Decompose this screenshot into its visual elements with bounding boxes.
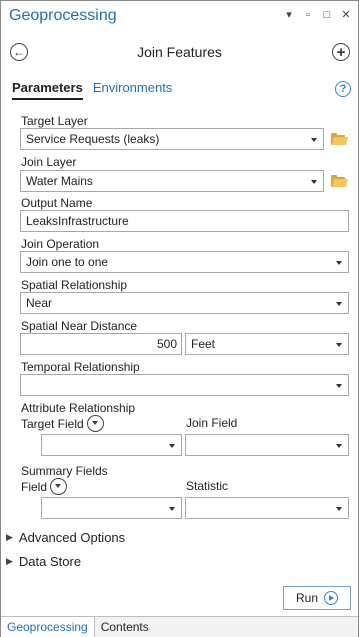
temporal-relationship-select[interactable]: [20, 374, 349, 396]
tab-parameters[interactable]: Parameters: [12, 80, 83, 100]
advanced-options-section[interactable]: ▶ Advanced Options: [6, 530, 125, 545]
target-layer-label: Target Layer: [21, 114, 88, 128]
tool-tabs: Parameters Environments: [12, 80, 172, 100]
maximize-icon[interactable]: □: [322, 9, 332, 21]
bottom-tabs: Geoprocessing Contents: [1, 616, 358, 637]
join-layer-label: Join Layer: [21, 155, 77, 169]
tool-header: ← Join Features +: [1, 38, 358, 66]
summary-field-select[interactable]: [41, 497, 182, 519]
summary-fields-label: Summary Fields: [21, 464, 108, 478]
geoprocessing-pane: Geoprocessing ▾ ▫ □ ✕ ← Join Features + …: [0, 0, 359, 637]
output-name-input[interactable]: LeaksInfrastructure: [20, 210, 349, 232]
join-field-label: Join Field: [186, 416, 238, 430]
pane-title: Geoprocessing: [9, 7, 117, 24]
target-field-header: Target Field: [21, 415, 104, 432]
data-store-label: Data Store: [18, 554, 82, 569]
summary-field-header: Field: [21, 478, 68, 495]
target-field-select[interactable]: [41, 434, 182, 456]
output-name-label: Output Name: [21, 196, 93, 210]
summary-field-label: Field: [21, 479, 48, 494]
tab-contents[interactable]: Contents: [95, 617, 155, 637]
play-icon: [324, 591, 338, 605]
spatial-relationship-label: Spatial Relationship: [21, 278, 128, 292]
add-icon[interactable]: +: [332, 43, 350, 61]
tab-geoprocessing[interactable]: Geoprocessing: [1, 617, 95, 637]
run-label: Run: [295, 591, 318, 605]
close-icon[interactable]: ✕: [341, 9, 351, 21]
join-layer-folder-icon[interactable]: [331, 175, 348, 187]
near-distance-unit-value: Feet: [191, 337, 216, 351]
target-field-expand-icon[interactable]: [86, 415, 104, 432]
run-button[interactable]: Run: [283, 586, 351, 610]
temporal-relationship-label: Temporal Relationship: [21, 360, 140, 374]
spatial-relationship-value: Near: [26, 296, 53, 310]
menu-down-icon[interactable]: ▾: [284, 9, 294, 21]
near-distance-input[interactable]: 500: [20, 333, 182, 355]
attribute-relationship-label: Attribute Relationship: [21, 401, 136, 415]
data-store-section[interactable]: ▶ Data Store: [6, 554, 81, 569]
output-name-value: LeaksInfrastructure: [26, 214, 129, 228]
title-bar: Geoprocessing ▾ ▫ □ ✕: [1, 1, 358, 31]
near-distance-unit-select[interactable]: Feet: [185, 333, 349, 355]
spatial-relationship-select[interactable]: Near: [20, 292, 349, 314]
pin-icon[interactable]: ▫: [303, 9, 313, 21]
tool-title: Join Features: [137, 44, 222, 60]
join-layer-value: Water Mains: [26, 174, 93, 188]
statistic-label: Statistic: [186, 479, 229, 493]
tab-environments[interactable]: Environments: [93, 80, 172, 100]
join-layer-select[interactable]: Water Mains: [20, 170, 324, 192]
join-operation-select[interactable]: Join one to one: [20, 251, 349, 273]
target-layer-value: Service Requests (leaks): [26, 132, 160, 146]
target-layer-select[interactable]: Service Requests (leaks): [20, 128, 324, 150]
title-bar-controls: ▾ ▫ □ ✕: [284, 9, 351, 21]
chevron-right-icon: ▶: [6, 556, 13, 566]
near-distance-value: 500: [156, 337, 177, 351]
summary-field-expand-icon[interactable]: [50, 478, 68, 495]
statistic-select[interactable]: [185, 497, 349, 519]
target-layer-folder-icon[interactable]: [331, 133, 348, 145]
advanced-options-label: Advanced Options: [18, 530, 126, 545]
join-field-select[interactable]: [185, 434, 349, 456]
help-icon[interactable]: ?: [335, 81, 351, 97]
target-field-label: Target Field: [21, 416, 84, 431]
spatial-near-distance-label: Spatial Near Distance: [21, 319, 138, 333]
chevron-right-icon: ▶: [6, 532, 13, 542]
join-operation-value: Join one to one: [26, 255, 109, 269]
join-operation-label: Join Operation: [21, 237, 100, 251]
